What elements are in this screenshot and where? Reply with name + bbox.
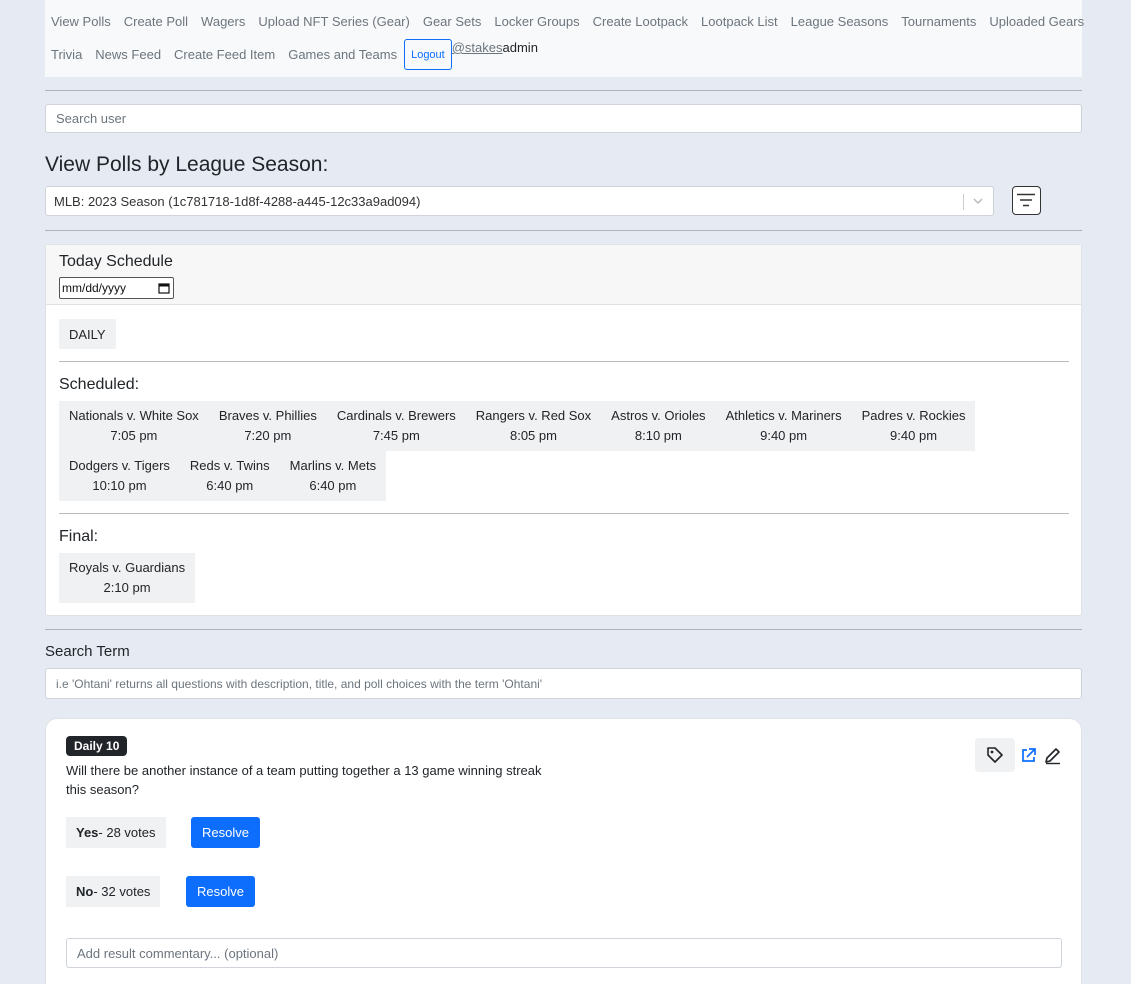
game-item[interactable]: Marlins v. Mets 6:40 pm [280,451,386,501]
schedule-date-input[interactable]: mm/dd/yyyy [59,277,174,299]
option-label: Yes [76,825,99,840]
game-item[interactable]: Astros v. Orioles 8:10 pm [601,401,715,451]
game-teams: Rangers v. Red Sox [475,408,592,423]
game-time: 9:40 pm [890,428,938,443]
game-time: 6:40 pm [309,478,357,493]
option-votes: - 32 votes [93,884,151,899]
nav-link-upload-nft[interactable]: Upload NFT Series (Gear) [258,13,409,31]
nav-link-create-feed-item[interactable]: Create Feed Item [174,40,275,70]
game-time: 7:20 pm [244,428,292,443]
game-time: 8:10 pm [634,428,682,443]
nav-link-games-teams[interactable]: Games and Teams [288,40,397,70]
nav-link-gear-sets[interactable]: Gear Sets [423,13,482,31]
logout-button[interactable]: Logout [404,39,452,70]
game-item[interactable]: Dodgers v. Tigers 10:10 pm [59,451,180,501]
nav-link-tournaments[interactable]: Tournaments [901,13,976,31]
user-label: @stakesadmin [452,40,538,56]
nav-row-2: Trivia News Feed Create Feed Item Games … [51,39,538,70]
nav-link-locker-groups[interactable]: Locker Groups [494,13,579,31]
user-handle-link[interactable]: @stakes [452,40,503,55]
nav-link-league-seasons[interactable]: League Seasons [791,13,889,31]
nav-link-view-polls[interactable]: View Polls [51,13,111,31]
schedule-title: Today Schedule [59,253,173,270]
filter-button[interactable] [1012,186,1041,215]
game-teams: Nationals v. White Sox [69,408,199,423]
scheduled-games-row-1: Nationals v. White Sox 7:05 pm Braves v. … [59,401,976,451]
resolve-no-button[interactable]: Resolve [186,876,255,907]
scheduled-heading: Scheduled: [59,376,140,393]
final-games-row: Royals v. Guardians 2:10 pm [59,553,196,603]
league-season-selected-value: MLB: 2023 Season (1c781718-1d8f-4288-a44… [54,193,421,209]
game-time: 7:05 pm [110,428,158,443]
game-item[interactable]: Braves v. Phillies 7:20 pm [209,401,327,451]
tag-button[interactable] [975,738,1015,772]
game-teams: Athletics v. Mariners [725,408,842,423]
filter-icon [1017,193,1035,207]
divider [45,629,1082,630]
game-time: 8:05 pm [509,428,557,443]
nav-row-1: View Polls Create Poll Wagers Upload NFT… [51,13,1097,31]
divider [45,90,1082,91]
search-term-input[interactable]: i.e 'Ohtani' returns all questions with … [45,668,1082,699]
league-season-select[interactable]: MLB: 2023 Season (1c781718-1d8f-4288-a44… [45,186,994,216]
result-commentary-input[interactable]: Add result commentary... (optional) [66,938,1062,968]
game-teams: Cardinals v. Brewers [336,408,456,423]
poll-category-badge: Daily 10 [66,736,128,756]
game-teams: Astros v. Orioles [611,408,706,423]
game-item[interactable]: Athletics v. Mariners 9:40 pm [716,401,852,451]
scheduled-games-row-2: Dodgers v. Tigers 10:10 pm Reds v. Twins 6… [59,451,387,501]
game-teams: Padres v. Rockies [861,408,966,423]
nav-link-wagers[interactable]: Wagers [201,13,245,31]
game-time: 10:10 pm [92,478,147,493]
nav-link-create-poll[interactable]: Create Poll [124,13,188,31]
nav-link-uploaded-gears[interactable]: Uploaded Gears [989,13,1084,31]
game-teams: Dodgers v. Tigers [69,458,170,473]
resolve-yes-button[interactable]: Resolve [191,817,260,848]
poll-option-no: No - 32 votes [66,876,161,907]
schedule-card-header: Today Schedule mm/dd/yyyy [46,245,1081,305]
option-label: No [76,884,94,899]
final-heading: Final: [59,528,99,545]
external-link-icon[interactable] [1020,747,1037,764]
chevron-down-icon [973,198,983,205]
divider [45,230,1082,231]
daily-filter-chip[interactable]: DAILY [59,319,116,349]
nav-link-trivia[interactable]: Trivia [51,40,82,70]
game-time: 6:40 pm [206,478,254,493]
game-time: 2:10 pm [103,580,151,595]
game-item[interactable]: Royals v. Guardians 2:10 pm [59,553,195,603]
game-item[interactable]: Reds v. Twins 6:40 pm [180,451,280,501]
option-votes: - 28 votes [98,825,156,840]
search-user-input[interactable]: Search user [45,104,1082,133]
nav-link-create-lootpack[interactable]: Create Lootpack [593,13,688,31]
game-time: 9:40 pm [760,428,808,443]
top-nav: View Polls Create Poll Wagers Upload NFT… [45,0,1084,77]
game-teams: Royals v. Guardians [69,560,186,575]
schedule-card: Today Schedule mm/dd/yyyy DAILY Schedule… [45,244,1082,616]
nav-link-news-feed[interactable]: News Feed [95,40,161,70]
page-title: View Polls by League Season: [45,153,329,176]
game-teams: Braves v. Phillies [218,408,317,423]
game-item[interactable]: Nationals v. White Sox 7:05 pm [59,401,209,451]
divider [59,361,1069,362]
poll-option-yes: Yes - 28 votes [66,817,166,848]
poll-card: Daily 10 Will there be another instance … [45,718,1082,984]
date-placeholder: mm/dd/yyyy [62,281,127,295]
calendar-icon[interactable] [158,282,170,294]
nav-link-lootpack-list[interactable]: Lootpack List [701,13,778,31]
game-teams: Marlins v. Mets [289,458,377,473]
game-teams: Reds v. Twins [189,458,270,473]
game-item[interactable]: Rangers v. Red Sox 8:05 pm [466,401,601,451]
game-item[interactable]: Cardinals v. Brewers 7:45 pm [327,401,466,451]
game-item[interactable]: Padres v. Rockies 9:40 pm [852,401,976,451]
user-name: admin [502,40,538,55]
game-time: 7:45 pm [372,428,420,443]
poll-question: Will there be another instance of a team… [66,763,542,797]
select-divider [963,194,964,210]
search-term-label: Search Term [45,643,130,660]
pencil-icon[interactable] [1043,746,1062,765]
divider [59,513,1069,514]
tag-icon [987,747,1003,763]
